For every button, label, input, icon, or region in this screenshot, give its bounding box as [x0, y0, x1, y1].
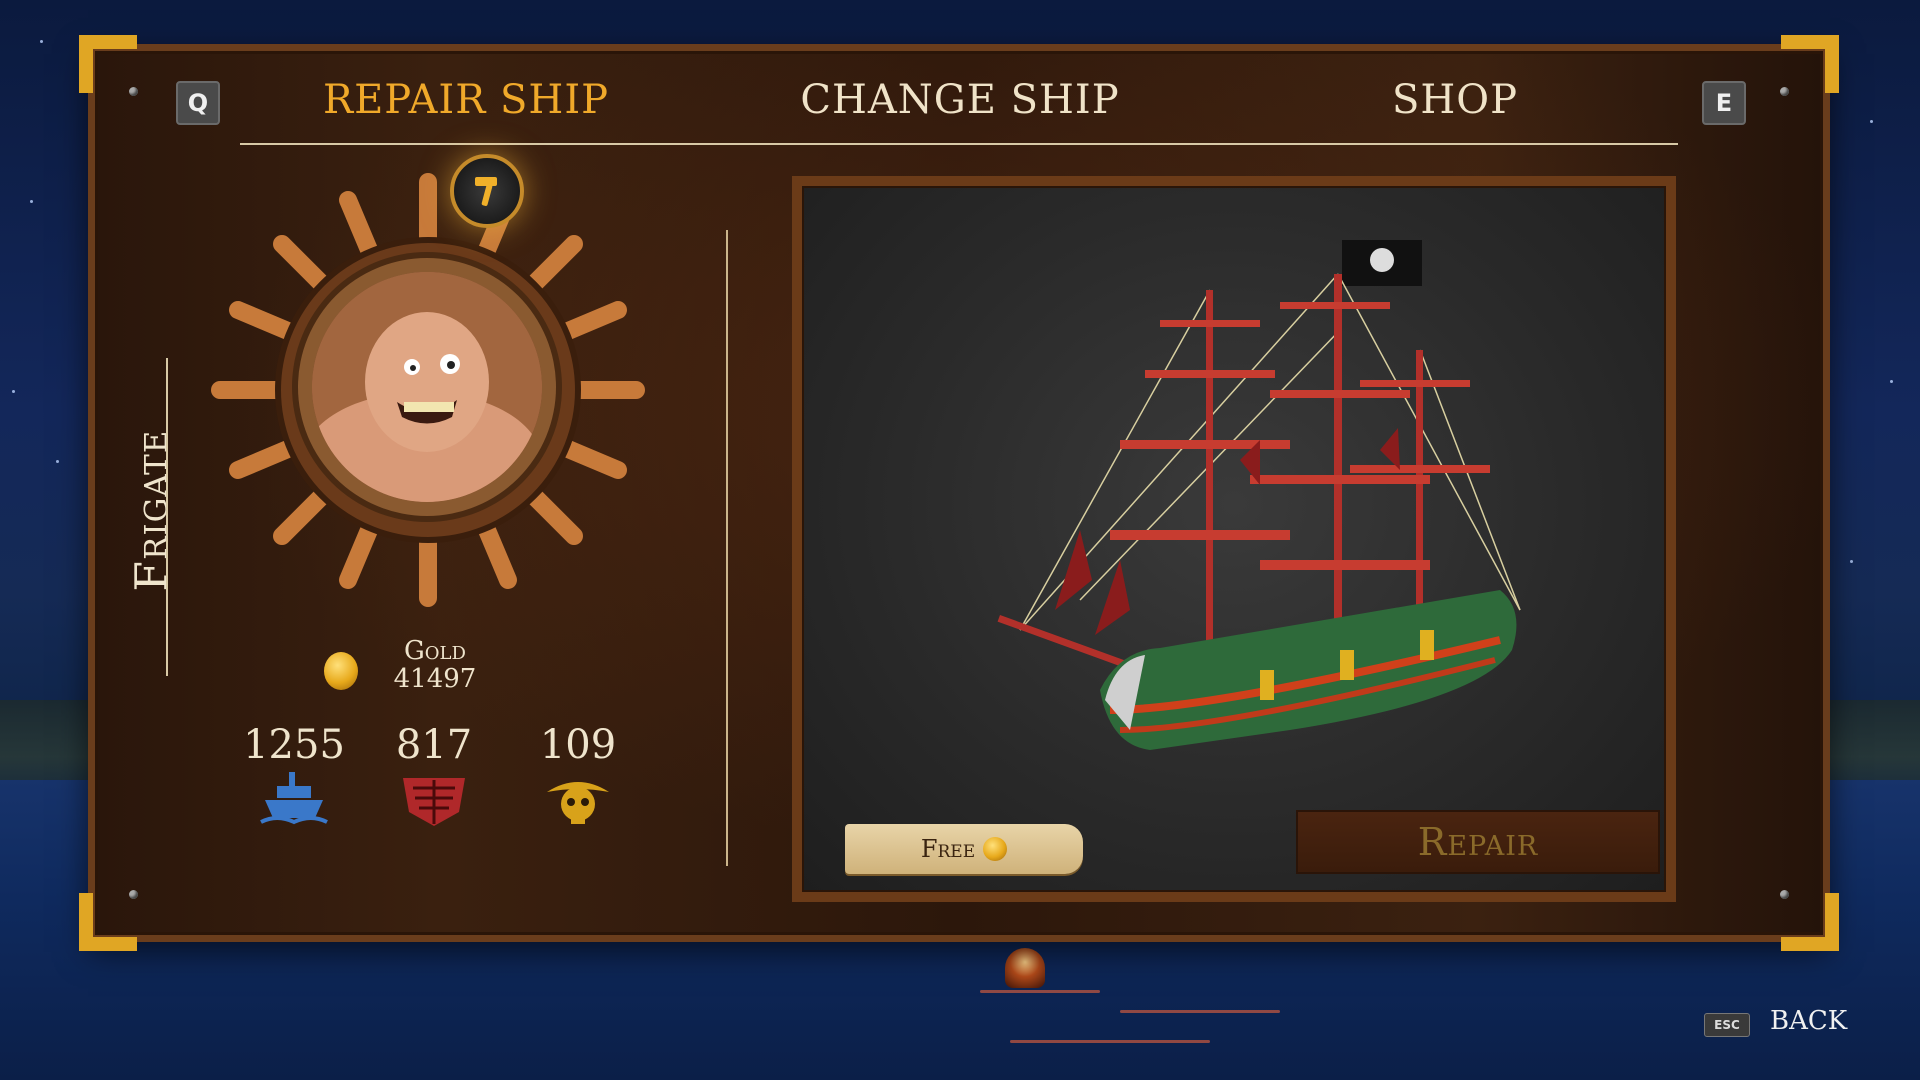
repair-button[interactable]: Repair: [1296, 810, 1660, 874]
esc-key-icon[interactable]: ESC: [1704, 1013, 1750, 1037]
star: [56, 460, 59, 463]
gold-label: Gold: [404, 636, 466, 666]
frame-corner: [1781, 893, 1839, 951]
stat-hull-value: 1255: [243, 722, 345, 768]
gold-coin-icon: [324, 652, 358, 690]
repair-cost-label: Free: [920, 835, 976, 863]
buoy-lantern: [1005, 948, 1045, 988]
tab-underline: [240, 143, 1678, 145]
divider: [166, 358, 168, 676]
tab-shop[interactable]: SHOP: [1360, 72, 1550, 128]
back-button[interactable]: BACK: [1770, 1006, 1847, 1036]
pirate-captain-icon: [312, 272, 542, 502]
captain-portrait: [312, 272, 542, 502]
frigate-ship-icon: [997, 240, 1521, 750]
ship-class-text: Frigate: [126, 429, 178, 591]
frame-corner: [79, 893, 137, 951]
armor-plate-icon: [403, 778, 465, 826]
rivet: [129, 87, 138, 96]
stat-crew-value: 109: [539, 722, 617, 768]
rivet: [1780, 890, 1789, 899]
next-tab-key-e[interactable]: E: [1702, 81, 1746, 125]
ship-class-label: Frigate: [112, 380, 192, 640]
hammer-icon: [450, 154, 524, 228]
frame-corner: [1781, 35, 1839, 93]
star: [30, 200, 33, 203]
frame-corner: [79, 35, 137, 93]
tab-repair-ship[interactable]: REPAIR SHIP: [300, 72, 632, 128]
gold-coin-icon: [983, 837, 1008, 861]
ship-hull-icon: [260, 772, 328, 825]
repair-button-label: Repair: [1417, 820, 1539, 864]
repair-cost-tag: Free: [845, 824, 1083, 874]
water-reflection: [1120, 1010, 1280, 1013]
prev-tab-key-q[interactable]: Q: [176, 81, 220, 125]
star: [1890, 380, 1893, 383]
stat-armor-value: 817: [395, 722, 473, 768]
rivet: [129, 890, 138, 899]
skull-crew-icon: [547, 782, 609, 824]
star: [12, 390, 15, 393]
divider: [726, 230, 728, 866]
star: [1850, 560, 1853, 563]
water-reflection: [1010, 1040, 1210, 1043]
tab-change-ship[interactable]: CHANGE SHIP: [790, 72, 1130, 128]
rivet: [1780, 87, 1789, 96]
gold-value: 41497: [393, 664, 477, 694]
star: [1870, 120, 1873, 123]
water-reflection: [980, 990, 1100, 993]
star: [40, 40, 43, 43]
